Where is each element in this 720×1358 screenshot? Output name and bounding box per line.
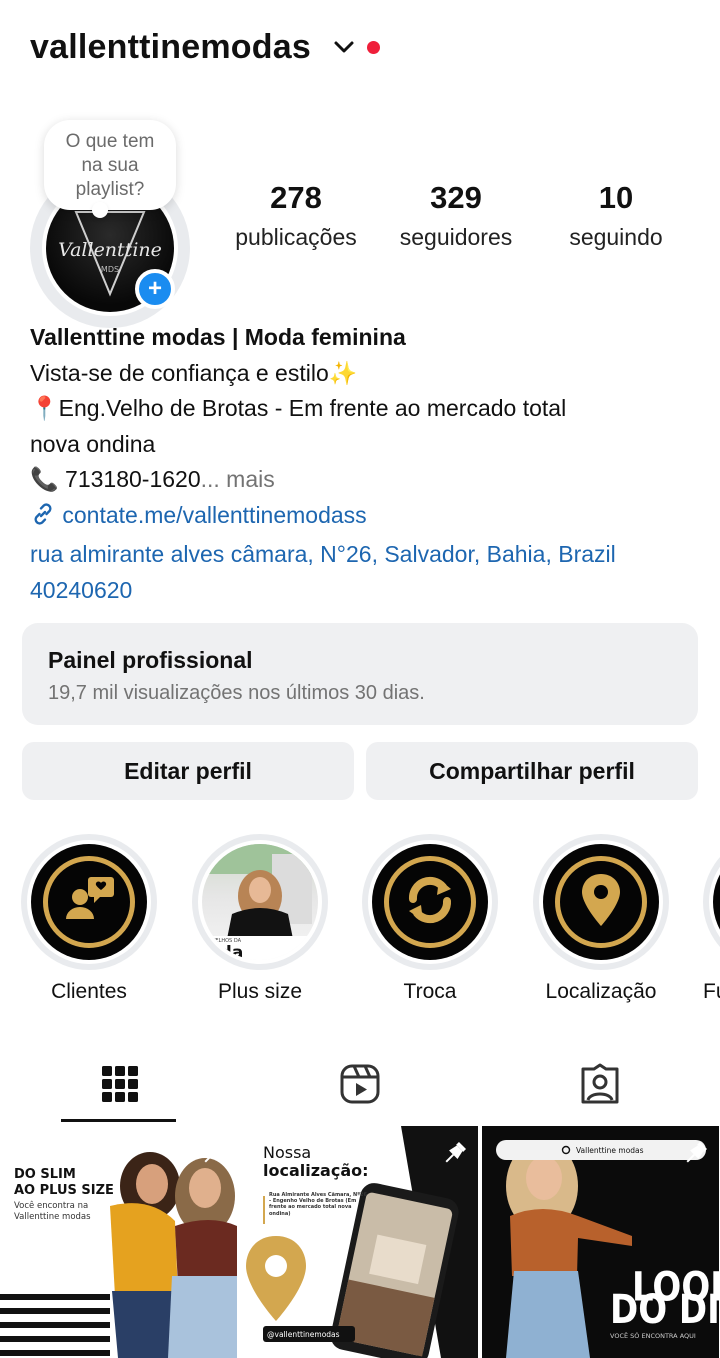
note-text: O que tem na sua playlist? — [65, 131, 155, 200]
highlight-label: Troca — [403, 980, 457, 1003]
profile-actions: Editar perfil Compartilhar perfil — [22, 742, 698, 800]
highlight-partial[interactable]: Fu — [703, 834, 720, 1004]
pinned-icon — [440, 1140, 468, 1173]
highlight-troca[interactable]: Troca — [362, 834, 498, 1004]
post3-search: Vallenttine modas — [576, 1146, 644, 1155]
post3-sub: VOCÊ SÓ ENCONTRA AQUI — [610, 1331, 696, 1340]
highlight-label: Fu — [703, 980, 720, 1003]
add-story-button[interactable]: + — [135, 269, 175, 309]
profile-header: vallenttinemodas — [30, 22, 380, 72]
edit-profile-button[interactable]: Editar perfil — [22, 742, 354, 800]
stat-posts-label: publicações — [235, 224, 357, 250]
story-highlights: Clientes VELHOS DA oda Plus size Troca L… — [0, 834, 720, 1014]
post2-title-1: Nossa — [263, 1143, 311, 1162]
post1-sub-1: Você encontra na — [14, 1200, 88, 1211]
stat-followers-value: 329 — [430, 180, 482, 215]
post2-address: Rua Almirante Alves Câmara, Nº26 - Engen… — [269, 1192, 367, 1217]
bio-address-line-1[interactable]: rua almirante alves câmara, N°26, Salvad… — [30, 537, 710, 573]
stat-posts-value: 278 — [270, 180, 322, 215]
reels-icon — [339, 1063, 381, 1110]
tagged-user-icon — [579, 1063, 621, 1110]
content-tabs — [0, 1050, 720, 1122]
location-pin-icon — [574, 870, 628, 935]
post2-title-2: localização: — [263, 1161, 369, 1180]
stat-following-label: seguindo — [569, 224, 663, 250]
post-thumbnail[interactable]: DO SLIM AO PLUS SIZE Você encontra na Va… — [0, 1126, 237, 1358]
highlight-localizacao[interactable]: Localização — [533, 834, 669, 1004]
exchange-icon — [399, 869, 461, 936]
profile-stats: 278 publicações 329 seguidores 10 seguin… — [216, 180, 696, 251]
tab-reels[interactable] — [240, 1050, 480, 1122]
bio-phone: 713180-1620 — [65, 466, 201, 492]
bio-line-3: nova ondina — [30, 430, 156, 457]
bio-address-line-2[interactable]: 40240620 — [30, 573, 710, 609]
notification-dot — [366, 40, 380, 54]
bio-line-4[interactable]: 📞 713180-1620... mais — [30, 462, 710, 498]
highlight-plus-size[interactable]: VELHOS DA oda Plus size — [192, 834, 328, 1004]
highlight-label: Localização — [545, 980, 657, 1003]
grid-icon — [100, 1064, 140, 1109]
post2-handle: @vallenttinemodas — [267, 1330, 340, 1339]
stat-followers-label: seguidores — [399, 224, 513, 250]
share-profile-button[interactable]: Compartilhar perfil — [366, 742, 698, 800]
profile-name: Vallenttine modas | Moda feminina — [30, 324, 406, 350]
highlight-photo-text: oda — [208, 943, 243, 960]
phone-icon: 📞 — [30, 466, 59, 492]
tab-tagged[interactable] — [480, 1050, 720, 1122]
person-chat-icon — [56, 867, 122, 938]
stat-posts[interactable]: 278 publicações — [216, 180, 376, 251]
highlight-clientes[interactable]: Clientes — [21, 834, 157, 1004]
pin-icon: 📍 — [30, 395, 59, 421]
post1-title-2: AO PLUS SIZE — [14, 1183, 114, 1198]
avatar-logo-text: Vallenttine — [58, 239, 162, 261]
bio-line-2: 📍Eng.Velho de Brotas - Em frente ao merc… — [30, 391, 710, 427]
stat-following[interactable]: 10 seguindo — [536, 180, 696, 251]
post1-title-1: DO SLIM — [14, 1167, 76, 1182]
post-thumbnail[interactable]: Vallenttine modas LOOK DO DIA VOCÊ SÓ EN… — [482, 1126, 719, 1358]
post3-dodia: DO DIA — [610, 1285, 719, 1332]
post1-sub-2: Vallenttine modas — [14, 1212, 91, 1222]
bio-location-text: Eng.Velho de Brotas - Em frente ao merca… — [58, 395, 567, 421]
bio-link-text: contate.me/vallenttinemodass — [62, 501, 367, 528]
note-bubble[interactable]: O que tem na sua playlist? — [44, 120, 176, 218]
post1-stripes — [0, 1294, 110, 1356]
tab-grid[interactable] — [0, 1050, 240, 1122]
dashboard-title: Painel profissional — [48, 647, 253, 673]
more-link[interactable]: ... mais — [201, 466, 275, 492]
professional-dashboard[interactable]: Painel profissional 19,7 mil visualizaçõ… — [22, 623, 698, 725]
pinned-icon — [199, 1140, 227, 1173]
pinned-icon — [681, 1140, 709, 1173]
post-thumbnail[interactable]: Nossa localização: Rua Almirante Alves C… — [241, 1126, 478, 1358]
chevron-down-icon[interactable] — [333, 36, 355, 58]
highlight-photo: VELHOS DA oda — [202, 844, 318, 960]
bio-line-1: Vista-se de confiança e estilo✨ — [30, 359, 358, 386]
stat-following-value: 10 — [598, 180, 634, 215]
link-icon — [30, 501, 56, 538]
dashboard-subtitle: 19,7 mil visualizações nos últimos 30 di… — [48, 682, 425, 704]
stat-followers[interactable]: 329 seguidores — [376, 180, 536, 251]
profile-bio: Vallenttine modas | Moda feminina Vista-… — [30, 320, 710, 608]
bio-link[interactable]: contate.me/vallenttinemodass — [30, 498, 710, 538]
avatar-logo-subtext: MDS — [101, 265, 119, 274]
username[interactable]: vallenttinemodas — [30, 28, 311, 67]
posts-grid: DO SLIM AO PLUS SIZE Você encontra na Va… — [0, 1126, 720, 1358]
highlight-label: Plus size — [217, 980, 303, 1003]
highlight-label: Clientes — [51, 980, 127, 1003]
